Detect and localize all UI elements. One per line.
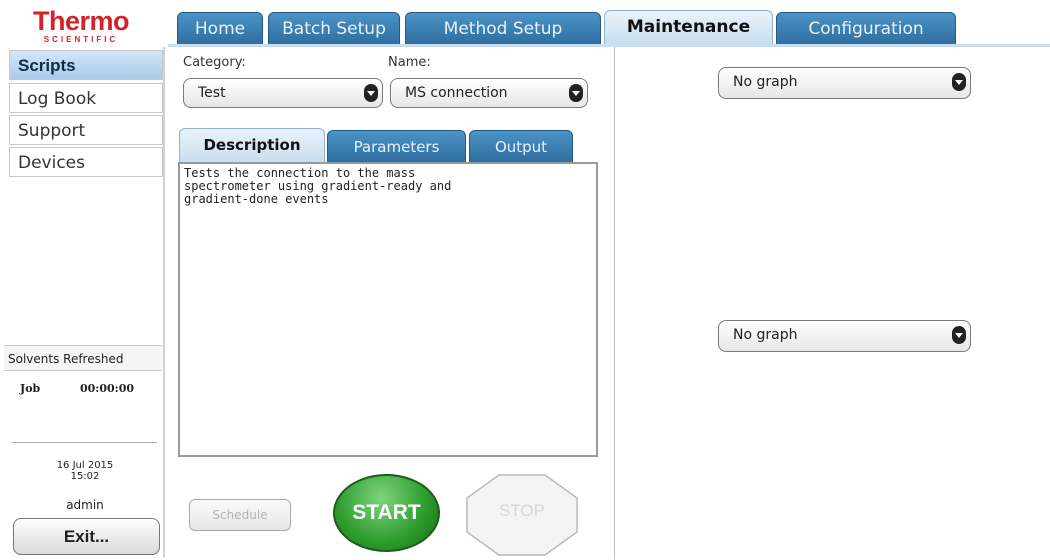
tab-method-setup[interactable]: Method Setup	[405, 12, 601, 44]
graph-bottom-value: No graph	[733, 327, 798, 343]
name-select[interactable]: MS connection	[390, 78, 588, 108]
graph-select-top[interactable]: No graph	[718, 67, 971, 99]
graph-select-bottom[interactable]: No graph	[718, 320, 971, 352]
start-button[interactable]: START	[333, 474, 440, 552]
status-bar: Solvents Refreshed	[4, 345, 162, 371]
tab-configuration[interactable]: Configuration	[776, 12, 956, 44]
time-text: 15:02	[70, 471, 100, 482]
sidebar-divider	[163, 47, 165, 557]
tab-maintenance[interactable]: Maintenance	[604, 10, 773, 44]
chevron-down-icon	[364, 84, 378, 102]
panel-divider	[614, 47, 615, 559]
brand-name: Thermo	[32, 6, 130, 36]
sidebar-item-support[interactable]: Support	[9, 115, 163, 145]
job-label: Job	[20, 382, 41, 395]
stop-label: STOP	[499, 501, 545, 520]
tab-underline	[168, 44, 1050, 47]
exit-button[interactable]: Exit...	[13, 518, 160, 555]
tab-home[interactable]: Home	[177, 12, 263, 44]
category-select[interactable]: Test	[183, 78, 383, 108]
chevron-down-icon	[569, 84, 583, 102]
sidebar-item-scripts[interactable]: Scripts	[9, 50, 163, 80]
datetime: 16 Jul 2015 15:02	[10, 460, 160, 482]
brand-sub: SCIENTIFIC	[43, 35, 119, 44]
tab-description[interactable]: Description	[179, 128, 325, 162]
chevron-down-icon	[952, 326, 966, 344]
description-text: Tests the connection to the mass spectro…	[178, 162, 598, 457]
tab-batch-setup[interactable]: Batch Setup	[268, 12, 400, 44]
category-value: Test	[198, 85, 226, 101]
graph-top-value: No graph	[733, 74, 798, 90]
chevron-down-icon	[952, 73, 966, 91]
sidebar-item-devices[interactable]: Devices	[9, 147, 163, 177]
sidebar-item-log-book[interactable]: Log Book	[9, 83, 163, 113]
job-timer: 00:00:00	[80, 382, 135, 395]
schedule-button[interactable]: Schedule	[189, 499, 291, 531]
thermo-scientific-logo: Thermo SCIENTIFIC	[10, 8, 152, 48]
date-text: 16 Jul 2015	[56, 460, 114, 471]
tab-parameters[interactable]: Parameters	[327, 130, 466, 162]
name-value: MS connection	[405, 85, 508, 101]
sidebar-separator	[12, 442, 157, 443]
tab-output[interactable]: Output	[469, 130, 573, 162]
stop-button[interactable]: STOP	[466, 474, 578, 556]
user-name: admin	[66, 498, 104, 512]
category-label: Category:	[183, 55, 246, 70]
name-label: Name:	[388, 55, 431, 70]
